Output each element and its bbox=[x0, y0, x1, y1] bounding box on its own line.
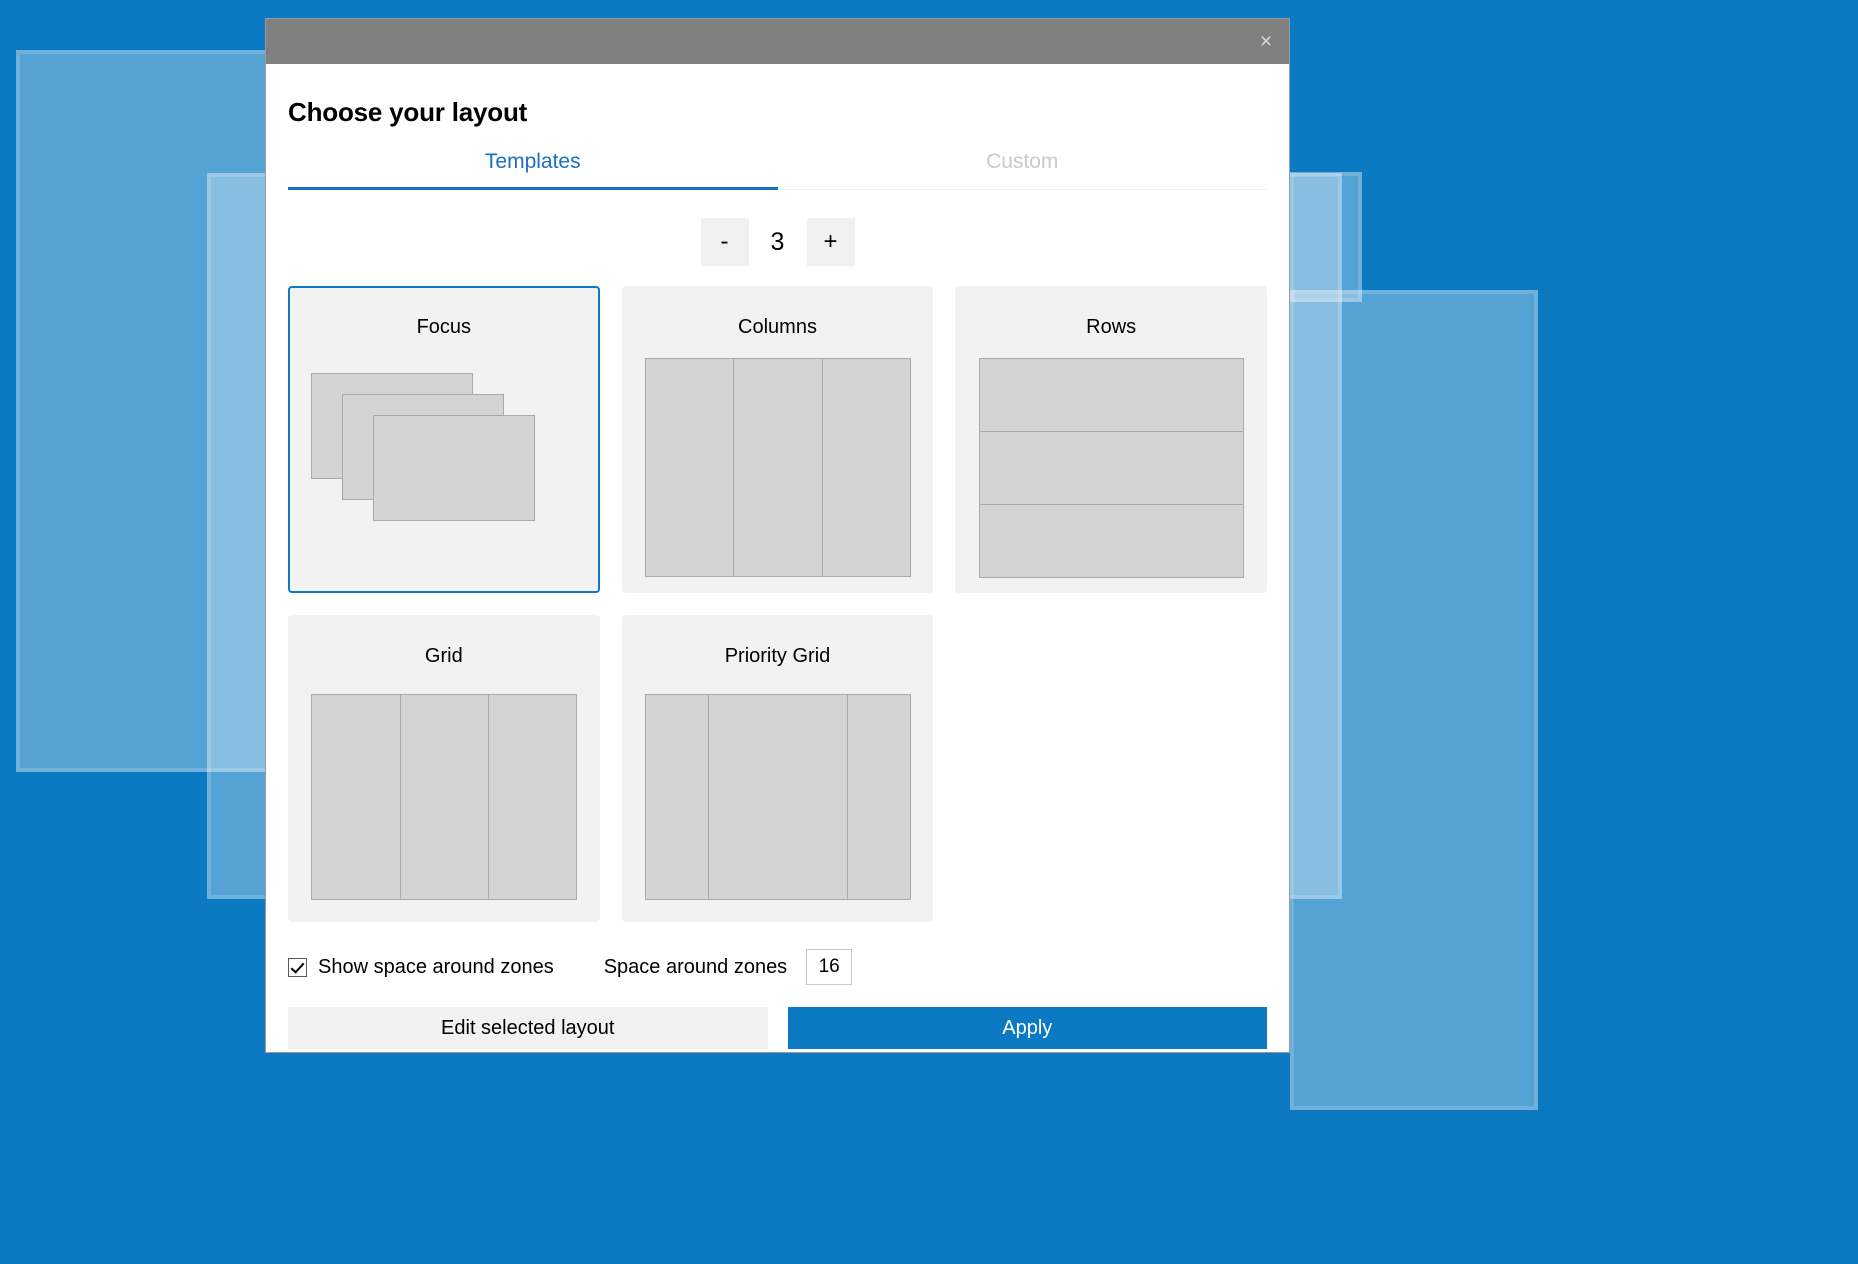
decrement-zones-button[interactable]: - bbox=[700, 218, 749, 266]
template-preview-priority-grid bbox=[624, 685, 932, 908]
zone-pane bbox=[978, 358, 1244, 432]
template-preview-rows bbox=[957, 356, 1265, 579]
zone-count-stepper: - 3 + bbox=[288, 218, 1267, 266]
show-space-checkbox-label: Show space around zones bbox=[318, 955, 554, 978]
template-card-title: Columns bbox=[738, 316, 817, 338]
close-icon[interactable]: × bbox=[1243, 19, 1289, 64]
space-around-zones-input[interactable] bbox=[806, 949, 853, 985]
tab-custom[interactable]: Custom bbox=[777, 150, 1267, 190]
template-card-rows[interactable]: Rows bbox=[955, 286, 1267, 593]
spacing-options-row: Show space around zones Space around zon… bbox=[288, 949, 1267, 985]
checkmark-icon bbox=[288, 957, 307, 977]
cascade-window bbox=[373, 414, 536, 521]
tab-bar: Templates Custom bbox=[288, 150, 1267, 190]
dialog-body: Choose your layout Templates Custom - 3 … bbox=[266, 64, 1289, 1052]
edit-selected-layout-button[interactable]: Edit selected layout bbox=[288, 1007, 768, 1049]
increment-zones-button[interactable]: + bbox=[806, 218, 855, 266]
template-card-grid: Focus Columns Rows Grid Priority Grid bbox=[288, 286, 1267, 922]
template-preview-columns bbox=[624, 356, 932, 579]
template-card-focus[interactable]: Focus bbox=[288, 286, 600, 593]
template-card-priority-grid[interactable]: Priority Grid bbox=[621, 615, 934, 922]
dialog-action-row: Edit selected layout Apply bbox=[288, 1007, 1267, 1049]
zone-pane bbox=[733, 358, 823, 577]
show-space-checkbox[interactable]: Show space around zones bbox=[288, 956, 554, 979]
page-title: Choose your layout bbox=[288, 97, 528, 127]
tab-templates[interactable]: Templates bbox=[288, 150, 778, 190]
zone-pane bbox=[847, 693, 911, 900]
zone-pane bbox=[707, 693, 849, 900]
zone-pane bbox=[487, 693, 578, 900]
template-card-title: Grid bbox=[424, 645, 463, 667]
template-card-columns[interactable]: Columns bbox=[621, 286, 934, 593]
zone-count-value: 3 bbox=[770, 227, 785, 256]
dialog-titlebar: × bbox=[266, 19, 1289, 64]
fancyzones-zone-overlay bbox=[1290, 172, 1362, 302]
template-grid-spacer bbox=[955, 615, 1267, 922]
zone-pane bbox=[644, 693, 709, 900]
space-around-zones-label: Space around zones bbox=[603, 955, 788, 978]
template-card-title: Rows bbox=[1086, 316, 1137, 338]
zone-pane bbox=[821, 358, 911, 577]
zone-pane bbox=[399, 693, 489, 900]
fancyzones-zone-overlay bbox=[1290, 290, 1538, 1110]
zone-pane bbox=[311, 693, 401, 900]
zone-pane bbox=[978, 504, 1244, 578]
template-card-title: Priority Grid bbox=[724, 645, 831, 667]
choose-layout-dialog: × Choose your layout Templates Custom - … bbox=[265, 18, 1290, 1053]
template-preview-focus bbox=[290, 356, 598, 579]
apply-button[interactable]: Apply bbox=[787, 1007, 1267, 1049]
zone-pane bbox=[644, 358, 735, 577]
template-preview-grid bbox=[290, 685, 598, 908]
template-card-grid-layout[interactable]: Grid bbox=[288, 615, 600, 922]
template-card-title: Focus bbox=[416, 316, 472, 338]
zone-pane bbox=[978, 431, 1244, 505]
